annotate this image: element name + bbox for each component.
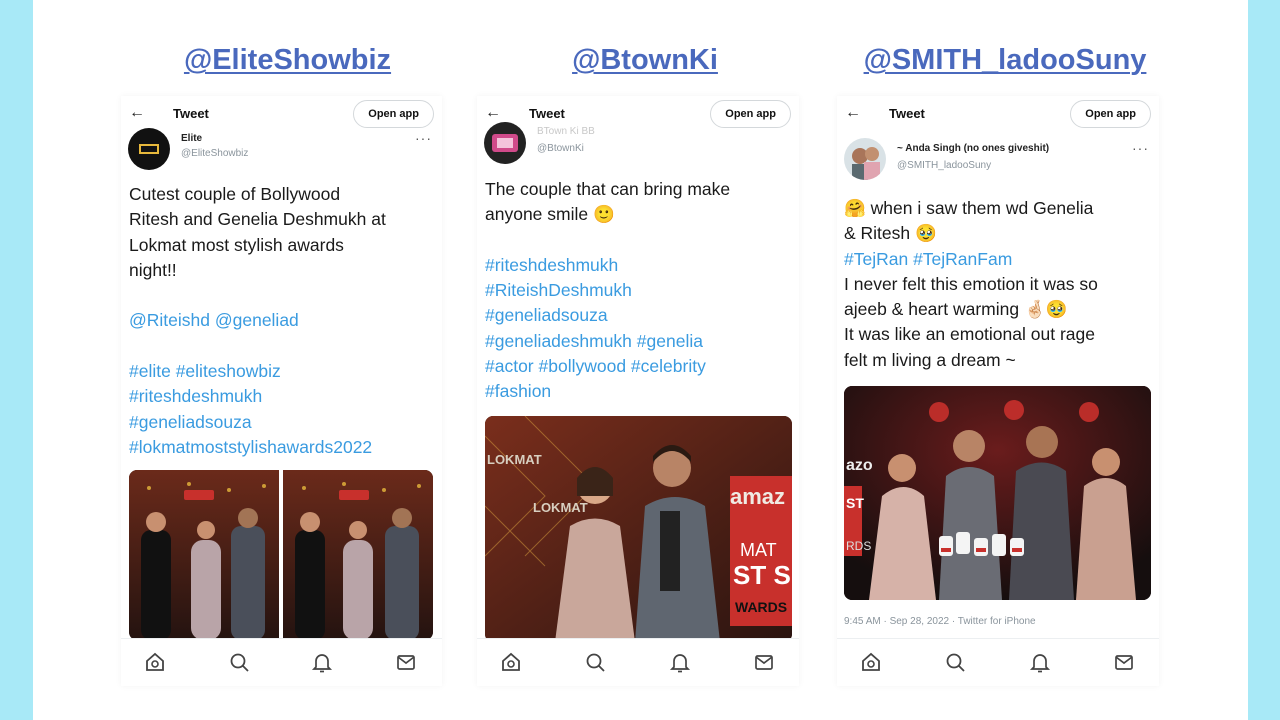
user-handle[interactable]: @EliteShowbiz [181,148,248,159]
tweet-text: The couple that can bring make anyone sm… [485,177,797,405]
user-name[interactable]: Elite [181,133,202,144]
hashtag-link[interactable]: #riteshdeshmukh [129,384,439,409]
topbar-title: Tweet [173,106,209,121]
btown-logo-icon [492,134,518,152]
mail-icon[interactable] [753,651,775,673]
photo-text-awards: WARDS [735,599,787,615]
photo-text-st: ST S [733,560,791,590]
photo-graphic: azo ST RDS [844,386,1151,600]
open-app-button[interactable]: Open app [710,100,791,128]
photo-text-st: ST [846,495,864,511]
photo-text-lokmat: LOKMAT [487,452,542,467]
tweet-text: 🤗 when i saw them wd Genelia & Ritesh 🥹 … [844,196,1156,373]
topbar-title: Tweet [889,106,925,121]
photo-text-mat: MAT [740,540,777,560]
photo-text-rds: RDS [846,539,871,553]
back-arrow-icon[interactable]: ← [485,104,501,122]
user-name[interactable]: BTown Ki BB [537,126,595,137]
open-app-button[interactable]: Open app [353,100,434,128]
tweet-line: Lokmat most stylish awards [129,234,344,255]
back-arrow-icon[interactable]: ← [129,104,145,122]
photo-text-amazon: azo [846,457,873,474]
more-options-icon[interactable]: ··· [415,130,432,146]
home-icon[interactable] [144,651,166,673]
hashtag-link[interactable]: #actor #bollywood #celebrity [485,354,797,379]
avatar[interactable] [128,128,170,170]
hashtag-link[interactable]: #elite #eliteshowbiz [129,359,439,384]
hashtag-link[interactable]: #TejRan #TejRanFam [844,247,1156,272]
tweet-photo[interactable] [129,470,433,640]
search-icon[interactable] [584,651,606,673]
panel-3-handle[interactable]: @SMITH_ladooSuny [850,44,1160,77]
elite-logo-icon [139,144,159,154]
tweet-line: & Ritesh 🥹 [844,223,937,244]
hashtag-link[interactable]: #geneliadsouza [485,303,797,328]
tweet-photo[interactable]: azo ST RDS [844,386,1151,600]
user-handle[interactable]: @SMITH_ladooSuny [897,160,991,171]
tweet-meta: 9:45 AM · Sep 28, 2022 · Twitter for iPh… [844,616,1036,627]
hashtag-link[interactable]: #fashion [485,379,797,404]
tweet-line: 🤗 when i saw them wd Genelia [844,198,1094,218]
tweet-line: anyone smile 🙂 [485,204,615,225]
photo-graphic [129,470,433,640]
tweet-line: I never felt this emotion it was so [844,273,1098,294]
hashtag-link[interactable]: #geneliadeshmukh #genelia [485,329,797,354]
user-photo-icon [852,147,880,180]
photo-text-lokmat-2: LOKMAT [533,500,588,515]
tweet-photo[interactable]: LOKMAT LOKMAT amaz MAT ST S WARDS [485,416,792,642]
tweet-topbar: ← Tweet Open app [121,96,442,132]
search-icon[interactable] [944,651,966,673]
hashtag-link[interactable]: #geneliadsouza [129,410,439,435]
tweet-line: felt m living a dream ~ [844,349,1016,370]
user-handle[interactable]: @BtownKi [537,143,584,154]
mail-icon[interactable] [1113,651,1135,673]
photo-text-amazon: amaz [730,484,785,509]
mention-links[interactable]: @Riteishd @geneliad [129,308,439,333]
avatar[interactable] [844,138,886,180]
home-icon[interactable] [500,651,522,673]
bottom-nav [477,638,799,686]
bell-icon[interactable] [311,651,333,673]
home-icon[interactable] [860,651,882,673]
tweet-line: It was like an emotional out rage [844,324,1095,345]
hashtag-link[interactable]: #lokmatmoststylishawards2022 [129,435,439,460]
tweet-line: ajeeb & heart warming 🤞🏻🥹 [844,299,1068,320]
topbar-title: Tweet [529,106,565,121]
panel-1-handle[interactable]: @EliteShowbiz [140,44,435,77]
photo-graphic: LOKMAT LOKMAT amaz MAT ST S WARDS [485,416,792,642]
panel-2-handle[interactable]: @BtownKi [490,44,800,77]
user-name[interactable]: ~ Anda Singh (no ones giveshit) [897,143,1049,154]
back-arrow-icon[interactable]: ← [845,104,861,122]
more-options-icon[interactable]: ··· [1132,140,1149,156]
tweet-topbar: ← Tweet Open app [837,96,1159,132]
mail-icon[interactable] [395,651,417,673]
bottom-nav [121,638,442,686]
search-icon[interactable] [228,651,250,673]
bottom-nav [837,638,1159,686]
bell-icon[interactable] [1029,651,1051,673]
bell-icon[interactable] [669,651,691,673]
tweet-line: Cutest couple of Bollywood [129,184,341,204]
tweet-line: The couple that can bring make [485,179,731,199]
tweet-line: Ritesh and Genelia Deshmukh at [129,209,386,230]
avatar[interactable] [484,122,526,164]
hashtag-link[interactable]: #riteshdeshmukh [485,253,797,278]
tweet-card-3: ← Tweet Open app ~ Anda Singh (no ones g… [837,96,1159,686]
tweet-text: Cutest couple of Bollywood Ritesh and Ge… [129,182,439,460]
tweet-topbar: ← Tweet Open app [477,96,799,132]
open-app-button[interactable]: Open app [1070,100,1151,128]
hashtag-link[interactable]: #RiteishDeshmukh [485,278,797,303]
tweet-card-1: ← Tweet Open app Elite @EliteShowbiz ···… [121,96,442,686]
tweet-line: night!! [129,259,177,280]
tweet-card-2: ← Tweet Open app BTown Ki BB @BtownKi Th… [477,96,799,686]
